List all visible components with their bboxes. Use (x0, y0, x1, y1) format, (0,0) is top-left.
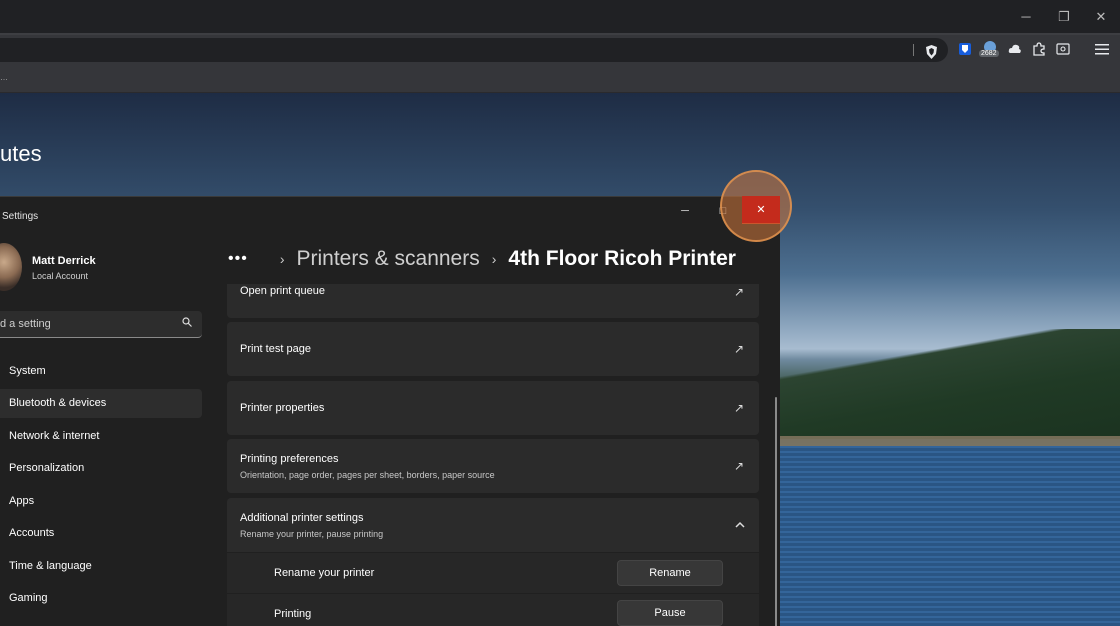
browser-restore-button[interactable]: ❐ (1045, 0, 1083, 33)
card-title: Additional printer settings (240, 512, 364, 524)
open-external-icon: ↗ (734, 285, 745, 299)
sidebar-item-personalization[interactable]: Personalization (0, 454, 202, 483)
settings-close-button-overlay[interactable]: ✕ (742, 196, 780, 223)
print-test-page-item[interactable]: Print test page ↗ (227, 322, 759, 376)
bitwarden-icon[interactable] (956, 40, 974, 58)
bookmarks-bar: … (0, 63, 1120, 93)
card-title: Printer properties (240, 402, 325, 414)
open-external-icon: ↗ (734, 459, 745, 473)
sidebar-item-label: Gaming (9, 592, 48, 604)
browser-menu-icon[interactable] (1093, 40, 1111, 58)
scrollbar[interactable] (775, 397, 777, 626)
breadcrumb-overflow-button[interactable]: ••• (228, 250, 248, 268)
user-account-type: Local Account (32, 271, 89, 281)
rename-printer-row: Rename your printer Rename (227, 553, 759, 593)
open-external-icon: ↗ (734, 342, 745, 356)
page-heading: utes (0, 141, 42, 166)
brave-shield-icon[interactable] (922, 43, 940, 61)
printing-label: Printing (274, 608, 312, 620)
chevron-up-icon[interactable] (734, 519, 746, 531)
card-subtitle: Rename your printer, pause printing (240, 529, 384, 539)
breadcrumb-parent-link[interactable]: Printers & scanners (296, 247, 479, 271)
browser-close-button[interactable]: ✕ (1082, 0, 1120, 33)
cloud-icon[interactable] (1006, 40, 1024, 58)
lake-water-image (780, 446, 1120, 626)
extension-badge-icon[interactable]: 2682 (979, 40, 1000, 58)
sidebar-item-label: Personalization (9, 462, 85, 474)
sidebar-item-accounts[interactable]: Accounts (0, 519, 202, 548)
additional-printer-settings-item[interactable]: Additional printer settings Rename your … (227, 498, 759, 552)
shoreline-image (780, 436, 1120, 446)
tab-search-icon[interactable] (1054, 40, 1072, 58)
forest-hill-image (780, 329, 1120, 439)
breadcrumb: ••• › Printers & scanners › 4th Floor Ri… (228, 241, 736, 277)
sidebar-item-gaming[interactable]: Gaming (0, 584, 202, 613)
sidebar-item-time-language[interactable]: Time & language (0, 552, 202, 581)
address-bar[interactable] (0, 38, 948, 62)
sidebar-item-label: Time & language (9, 560, 92, 572)
sidebar-item-system[interactable]: System (0, 357, 202, 386)
card-subtitle: Orientation, page order, pages per sheet… (240, 470, 495, 480)
rename-printer-label: Rename your printer (274, 567, 375, 579)
avatar[interactable] (0, 243, 22, 291)
search-icon[interactable] (182, 317, 192, 330)
page-title: 4th Floor Ricoh Printer (508, 247, 736, 270)
sidebar-item-label: Bluetooth & devices (9, 397, 107, 409)
extension-badge-count: 2682 (979, 50, 999, 57)
sidebar-item-apps[interactable]: Apps (0, 487, 202, 516)
pause-button[interactable]: Pause (617, 600, 723, 626)
chevron-right-icon: › (491, 251, 497, 267)
bookmark-overflow-icon[interactable]: … (0, 73, 8, 82)
user-name: Matt Derrick (32, 255, 96, 267)
printer-properties-item[interactable]: Printer properties ↗ (227, 381, 759, 435)
puzzle-extensions-icon[interactable] (1030, 40, 1048, 58)
browser-toolbar: 2682 (0, 33, 1120, 63)
sidebar-item-label: System (9, 365, 46, 377)
printing-preferences-item[interactable]: Printing preferences Orientation, page o… (227, 439, 759, 493)
address-bar-divider (913, 44, 914, 56)
card-title: Printing preferences (240, 453, 339, 465)
sidebar-item-bluetooth-devices[interactable]: Bluetooth & devices (0, 389, 202, 418)
search-placeholder: d a setting (0, 318, 51, 330)
open-external-icon: ↗ (734, 401, 745, 415)
sidebar-item-label: Accounts (9, 527, 55, 539)
chevron-right-icon: › (279, 251, 285, 267)
card-title: Print test page (240, 343, 311, 355)
settings-app-title: Settings (2, 211, 39, 222)
sidebar-item-network-internet[interactable]: Network & internet (0, 422, 202, 451)
settings-window: Settings ─ □ ✕ Matt Derrick Local Accoun… (0, 196, 780, 626)
printing-row: Printing Pause (227, 594, 759, 626)
browser-titlebar: ─ ❐ ✕ (0, 0, 1120, 33)
rename-button[interactable]: Rename (617, 560, 723, 586)
settings-search-input[interactable]: d a setting (0, 311, 202, 338)
sidebar-item-label: Apps (9, 495, 35, 507)
browser-minimize-button[interactable]: ─ (1007, 0, 1045, 33)
card-title: Open print queue (240, 285, 326, 297)
open-print-queue-item[interactable]: Open print queue ↗ (227, 284, 759, 318)
settings-minimize-button[interactable]: ─ (666, 197, 704, 224)
sidebar-item-label: Network & internet (9, 430, 100, 442)
